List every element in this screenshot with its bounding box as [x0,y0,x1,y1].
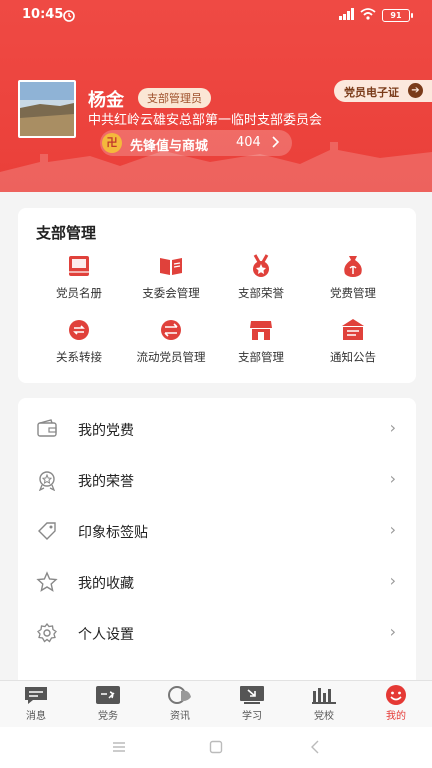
party-icon [96,686,120,704]
money-bag-icon [344,256,362,277]
tab-label: 党务 [98,711,118,722]
chevron-right-icon: › [389,418,396,437]
home-icon[interactable] [209,740,223,754]
tab-party-school[interactable]: 党校 [294,685,354,722]
list-item-label: 我的收藏 [78,576,134,592]
battery-icon: 91 [382,9,413,22]
news-icon [168,686,191,704]
list-item-label: 我的党费 [78,423,134,439]
tab-messages[interactable]: 消息 [6,685,66,722]
open-book-icon [160,258,182,275]
wallet-icon [37,419,57,437]
tab-mine[interactable]: 我的 [366,685,426,722]
study-icon [240,686,264,704]
grid-item-label: 党员名册 [56,286,102,300]
clock: 10:45 [22,7,64,22]
tab-news[interactable]: 资讯 [150,685,210,722]
wifi-icon [360,8,376,20]
list-item-favorites[interactable]: 我的收藏 › [18,557,416,607]
list-item-my-honors[interactable]: 我的荣誉 › [18,455,416,505]
alarm-icon [63,10,75,22]
gear-icon [37,622,57,643]
profile-header: 10:45 91 杨金 支部管理员 中共红岭云雄安总部第一临时支部委员会 卍 先… [0,0,432,192]
system-nav-bar [0,727,432,768]
grid-item-label: 通知公告 [330,350,376,364]
store-icon [250,321,272,340]
list-item-settings[interactable]: 个人设置 › [18,608,416,658]
points-label: 先锋值与商城 [130,139,209,154]
menu-icon[interactable] [112,741,126,753]
grid-item-mobile-members[interactable]: 流动党员管理 [126,318,216,365]
signal-icon [339,8,354,20]
tag-icon [38,522,56,540]
chat-icon [25,687,47,704]
tab-party-affairs[interactable]: 党务 [78,685,138,722]
avatar-image [20,82,74,136]
school-icon [312,688,336,704]
organization-name: 中共红岭云雄安总部第一临时支部委员会 [88,113,323,128]
branch-management-panel: 支部管理 党员名册 支委会管理 支部荣誉 党费管理 关系转接 流动党员管理 支部… [18,208,416,383]
chevron-right-icon: › [389,469,396,488]
coin-icon: 卍 [102,133,122,153]
medal-icon [253,254,269,277]
list-item-my-dues[interactable]: 我的党费 › [18,404,416,454]
grid-item-honors[interactable]: 支部荣誉 [216,254,306,301]
member-card-button[interactable]: 党员电子证 ➔ [334,80,432,102]
grid-item-notices[interactable]: 通知公告 [308,318,398,365]
role-badge: 支部管理员 [138,88,211,108]
chevron-right-icon: › [389,520,396,539]
profile-icon [386,685,406,705]
grid-item-label: 关系转接 [56,350,102,364]
grid-item-label: 支委会管理 [142,286,200,300]
bottom-tab-bar: 消息 党务 资讯 学习 党校 我的 [0,680,432,727]
tab-label: 资讯 [170,711,190,722]
section-title: 支部管理 [36,224,97,242]
avatar[interactable] [18,80,76,138]
grid-item-committee[interactable]: 支委会管理 [126,254,216,301]
tab-label: 党校 [314,711,334,722]
status-bar: 10:45 91 [0,0,432,32]
transfer-icon [69,320,89,340]
tab-study[interactable]: 学习 [222,685,282,722]
tab-label: 消息 [26,711,46,722]
list-item-label: 我的荣誉 [78,474,134,490]
list-item-label: 印象标签贴 [78,525,148,541]
grid-item-branch-admin[interactable]: 支部管理 [216,318,306,365]
grid-item-dues[interactable]: 党费管理 [308,254,398,301]
list-item-tags[interactable]: 印象标签贴 › [18,506,416,556]
member-card-label: 党员电子证 [344,86,399,99]
chevron-right-icon: › [389,571,396,590]
chevron-right-icon [272,136,280,148]
back-icon[interactable] [310,740,320,754]
points-mall-button[interactable]: 卍 先锋值与商城 404 [100,130,292,156]
notice-icon [342,319,364,340]
grid-item-label: 党费管理 [330,286,376,300]
grid-item-member-roster[interactable]: 党员名册 [34,254,124,301]
grid-item-label: 流动党员管理 [136,350,206,364]
award-icon [38,471,56,491]
grid-item-label: 支部管理 [238,350,284,364]
grid-item-label: 支部荣誉 [238,286,284,300]
tab-label: 学习 [242,711,262,722]
star-icon [36,571,58,592]
chevron-right-icon: › [389,622,396,641]
swap-icon [161,320,181,340]
tab-label: 我的 [386,711,406,722]
list-item-label: 个人设置 [78,627,134,643]
grid-item-transfer[interactable]: 关系转接 [34,318,124,365]
arrow-right-icon: ➔ [408,83,423,98]
points-value: 404 [236,135,261,150]
book-icon [69,256,89,276]
settings-list: 我的党费 › 我的荣誉 › 印象标签贴 › 我的收藏 › 个人设置 › [18,398,416,708]
